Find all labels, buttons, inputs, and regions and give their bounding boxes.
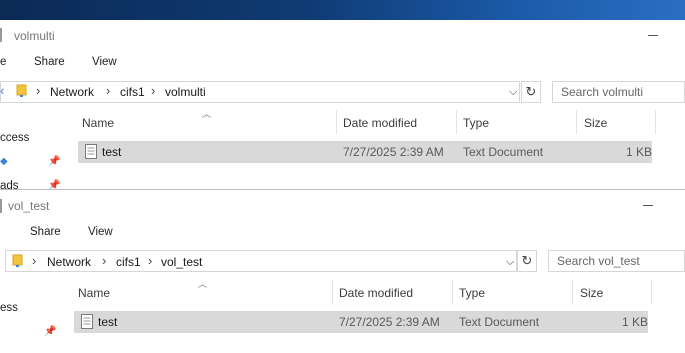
- breadcrumb-cifs1[interactable]: cifs1: [116, 255, 141, 269]
- sort-ascending-icon: ︿: [198, 279, 208, 289]
- tab-view[interactable]: View: [88, 226, 113, 238]
- file-size: 1 KB: [622, 315, 649, 329]
- column-divider[interactable]: [336, 110, 337, 134]
- window-title: volmulti: [14, 29, 55, 43]
- minimize-button[interactable]: [648, 35, 658, 36]
- chevron-right-icon: ›: [102, 253, 107, 268]
- chevron-right-icon: ›: [36, 83, 41, 98]
- network-folder-icon: [12, 254, 23, 267]
- search-input[interactable]: Search vol_test: [548, 250, 685, 272]
- tab-view[interactable]: View: [92, 56, 117, 68]
- file-size: 1 KB: [626, 145, 653, 159]
- chevron-right-icon: ›: [32, 253, 37, 268]
- breadcrumb-current[interactable]: volmulti: [165, 85, 206, 99]
- file-row[interactable]: test 7/27/2025 2:39 AM Text Document 1 K…: [74, 311, 648, 333]
- nav-item-icon: ◆: [0, 156, 8, 167]
- refresh-icon[interactable]: ↻: [521, 81, 541, 103]
- search-input[interactable]: Search volmulti: [552, 81, 685, 103]
- explorer-window-vol-test: vol_test Share View › Network › cifs1 › …: [0, 191, 685, 353]
- file-date-modified: 7/27/2025 2:39 AM: [343, 145, 444, 159]
- sort-ascending-icon: ︿: [202, 109, 212, 119]
- chevron-left-icon: ‹: [0, 83, 5, 98]
- file-type: Text Document: [459, 315, 540, 329]
- column-header-type[interactable]: Type: [463, 116, 489, 130]
- window-edge: [0, 28, 2, 42]
- nav-downloads[interactable]: ads: [0, 180, 19, 189]
- nav-quick-access[interactable]: ccess: [0, 132, 29, 144]
- file-name: test: [102, 145, 122, 159]
- file-type: Text Document: [463, 145, 544, 159]
- breadcrumb-cifs1[interactable]: cifs1: [120, 85, 145, 99]
- column-header-name[interactable]: Name: [78, 286, 110, 300]
- pin-icon: 📌: [48, 156, 61, 167]
- window-title: vol_test: [8, 199, 50, 213]
- tab-home[interactable]: e: [0, 56, 6, 68]
- breadcrumb-network[interactable]: Network: [50, 85, 94, 99]
- column-header-name[interactable]: Name: [82, 116, 114, 130]
- minimize-button[interactable]: [643, 205, 653, 206]
- breadcrumb-current[interactable]: vol_test: [161, 255, 202, 269]
- file-row[interactable]: test 7/27/2025 2:39 AM Text Document 1 K…: [78, 141, 652, 163]
- column-divider[interactable]: [332, 280, 333, 304]
- refresh-icon[interactable]: ↻: [517, 250, 537, 272]
- chevron-right-icon: ›: [151, 83, 156, 98]
- column-header-type[interactable]: Type: [459, 286, 485, 300]
- desktop-background: [0, 0, 685, 20]
- chevron-right-icon: ›: [106, 83, 111, 98]
- tab-share[interactable]: Share: [30, 226, 61, 238]
- chevron-down-icon[interactable]: ⌵: [506, 256, 514, 269]
- network-folder-icon: [16, 84, 27, 97]
- column-header-date[interactable]: Date modified: [343, 116, 417, 130]
- text-file-icon: [81, 314, 93, 329]
- chevron-down-icon[interactable]: ⌵: [509, 86, 517, 99]
- column-header-date[interactable]: Date modified: [339, 286, 413, 300]
- pin-icon: 📌: [44, 326, 57, 337]
- file-name: test: [98, 315, 118, 329]
- file-date-modified: 7/27/2025 2:39 AM: [339, 315, 440, 329]
- column-divider[interactable]: [655, 110, 656, 134]
- window-edge: [0, 199, 2, 213]
- breadcrumb-network[interactable]: Network: [47, 255, 91, 269]
- pin-icon: 📌: [48, 180, 61, 190]
- nav-quick-access[interactable]: ess: [0, 302, 18, 314]
- explorer-window-volmulti: volmulti e Share View ‹ › Network › cifs…: [0, 20, 685, 190]
- column-header-size[interactable]: Size: [584, 116, 607, 130]
- text-file-icon: [85, 144, 97, 159]
- column-header-size[interactable]: Size: [580, 286, 603, 300]
- column-divider[interactable]: [572, 280, 573, 304]
- tab-share[interactable]: Share: [34, 56, 65, 68]
- column-divider[interactable]: [456, 110, 457, 134]
- chevron-right-icon: ›: [148, 253, 153, 268]
- column-divider[interactable]: [452, 280, 453, 304]
- column-divider[interactable]: [576, 110, 577, 134]
- column-divider[interactable]: [651, 280, 652, 304]
